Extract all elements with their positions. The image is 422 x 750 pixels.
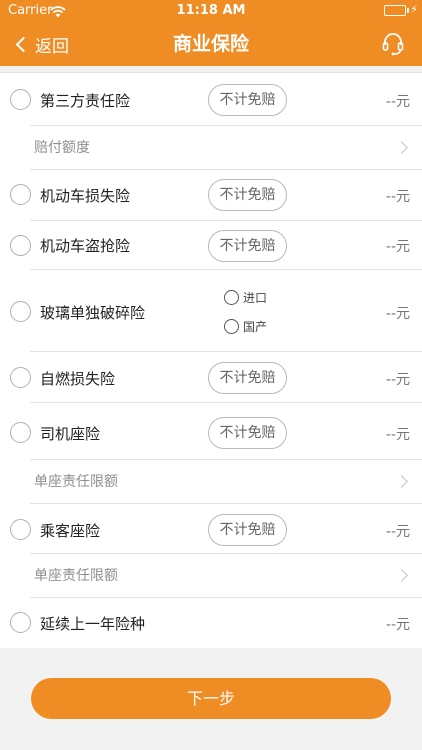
- list-item-vehicle-damage: 机动车损失险 不计免赔 --元: [0, 170, 422, 221]
- select-radio[interactable]: [10, 422, 31, 443]
- item-name: 机动车盗抢险: [40, 237, 131, 255]
- list-item-vehicle-theft: 机动车盗抢险 不计免赔 --元: [0, 221, 422, 270]
- item-price: --元: [385, 372, 410, 388]
- item-name: 玻璃单独破碎险: [40, 304, 146, 322]
- chevron-right-icon: [395, 475, 408, 488]
- headset-icon[interactable]: [382, 32, 404, 56]
- top-divider: [0, 66, 422, 73]
- nav-bar: 返回 商业保险: [0, 22, 422, 66]
- item-price: --元: [385, 239, 410, 255]
- select-radio[interactable]: [10, 301, 31, 322]
- item-price: --元: [385, 427, 410, 443]
- option-radio: [224, 290, 239, 305]
- list-item-third-party: 第三方责任险 不计免赔 --元: [0, 73, 422, 126]
- item-price: --元: [385, 189, 410, 205]
- next-button[interactable]: 下一步: [31, 678, 391, 719]
- item-price: --元: [385, 617, 410, 633]
- item-name: 乘客座险: [40, 522, 101, 540]
- item-name: 司机座险: [40, 425, 101, 443]
- select-radio[interactable]: [10, 519, 31, 540]
- item-name: 机动车损失险: [40, 187, 131, 205]
- clock: 11:18 AM: [176, 3, 246, 18]
- glass-option-domestic[interactable]: 国产: [224, 318, 267, 335]
- sub-label: 单座责任限额: [34, 474, 118, 490]
- select-radio[interactable]: [10, 612, 31, 633]
- deductible-toggle[interactable]: 不计免赔: [208, 417, 287, 449]
- glass-option-imported[interactable]: 进口: [224, 289, 267, 306]
- battery-icon: [384, 5, 406, 16]
- footer: 下一步: [0, 648, 422, 750]
- select-radio[interactable]: [10, 235, 31, 256]
- charging-icon: ⚡: [410, 3, 418, 16]
- driver-seat-limit-row[interactable]: 单座责任限额: [0, 460, 422, 504]
- item-price: --元: [385, 524, 410, 540]
- item-name: 延续上一年险种: [40, 615, 146, 633]
- deductible-toggle[interactable]: 不计免赔: [208, 179, 287, 211]
- list-item-glass-breakage: 玻璃单独破碎险 进口 国产 --元: [0, 270, 422, 352]
- battery-cap: [407, 8, 409, 13]
- deductible-toggle[interactable]: 不计免赔: [208, 514, 287, 546]
- item-name: 第三方责任险: [40, 92, 131, 110]
- passenger-seat-limit-row[interactable]: 单座责任限额: [0, 554, 422, 598]
- sub-label: 单座责任限额: [34, 568, 118, 584]
- insurance-list: 第三方责任险 不计免赔 --元 赔付额度 机动车损失险 不计免赔 --元 机动车…: [0, 66, 422, 648]
- list-item-passenger-seat: 乘客座险 不计免赔 --元: [0, 504, 422, 554]
- deductible-toggle[interactable]: 不计免赔: [208, 84, 287, 116]
- list-item-driver-seat: 司机座险 不计免赔 --元: [0, 403, 422, 460]
- deductible-toggle[interactable]: 不计免赔: [208, 230, 287, 262]
- deductible-toggle[interactable]: 不计免赔: [208, 362, 287, 394]
- sub-label: 赔付额度: [34, 140, 90, 156]
- option-label: 国产: [243, 320, 268, 334]
- chevron-right-icon: [395, 141, 408, 154]
- item-name: 自燃损失险: [40, 370, 116, 388]
- payout-limit-row[interactable]: 赔付额度: [0, 126, 422, 170]
- list-item-spontaneous-combustion: 自燃损失险 不计免赔 --元: [0, 352, 422, 403]
- item-price: --元: [385, 94, 410, 110]
- list-item-renew-last-year: 延续上一年险种 --元: [0, 598, 422, 648]
- option-label: 进口: [243, 291, 268, 305]
- select-radio[interactable]: [10, 367, 31, 388]
- item-price: --元: [385, 306, 410, 322]
- select-radio[interactable]: [10, 89, 31, 110]
- option-radio: [224, 319, 239, 334]
- select-radio[interactable]: [10, 184, 31, 205]
- chevron-right-icon: [395, 569, 408, 582]
- status-bar: Carrier 11:18 AM ⚡: [0, 0, 422, 22]
- page-title: 商业保险: [172, 33, 249, 55]
